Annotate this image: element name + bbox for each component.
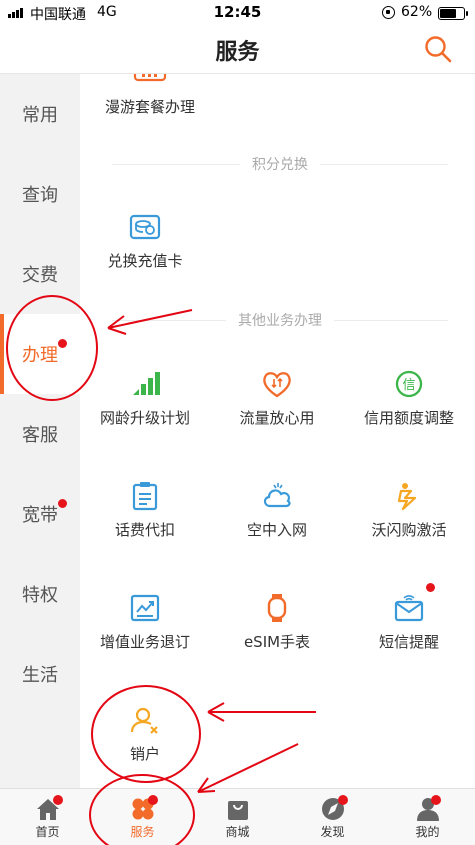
watch-icon	[267, 594, 287, 622]
nav-bar: 服务	[0, 26, 475, 74]
sidebar-item-query[interactable]: 查询	[0, 154, 80, 234]
tab-label: 首页	[35, 825, 60, 839]
page-title: 服务	[215, 40, 260, 65]
sidebar-item-common[interactable]: 常用	[0, 74, 80, 154]
lightning-icon	[397, 483, 417, 511]
user-remove-icon	[130, 707, 158, 734]
service-tenure-upgrade[interactable]: 网龄升级计划	[80, 369, 210, 449]
credit-icon: 信	[395, 370, 423, 398]
service-auto-debit[interactable]: 话费代扣	[80, 481, 210, 561]
section-header: 其他业务办理	[100, 310, 460, 330]
battery-level	[440, 9, 456, 18]
service-label: 信用额度调整	[363, 409, 454, 427]
cloud-icon	[263, 483, 291, 508]
sidebar-item-broadband[interactable]: 宽带	[0, 474, 80, 554]
service-cancel-account[interactable]: 销户	[80, 705, 210, 785]
section-header: 积分兑换	[100, 154, 460, 174]
badge-dot	[431, 795, 441, 805]
sidebar-item-life[interactable]: 生活	[0, 634, 80, 714]
chart-return-icon	[130, 594, 160, 622]
sidebar-item-customer-service[interactable]: 客服	[0, 394, 80, 474]
heart-data-icon	[263, 372, 291, 398]
sidebar-item-label: 查询	[22, 185, 58, 206]
tab-mine[interactable]: 我的	[380, 789, 475, 845]
envelope-icon	[394, 595, 424, 622]
sidebar-item-label: 宽带	[22, 505, 58, 526]
service-label: 流量放心用	[239, 409, 315, 427]
service-recharge-card[interactable]: 兑换充值卡	[80, 212, 210, 292]
service-air-activation[interactable]: 空中入网	[212, 481, 342, 561]
tab-service[interactable]: 服务	[95, 789, 190, 845]
service-label: 漫游套餐办理	[104, 98, 195, 116]
sidebar-item-label: 办理	[22, 345, 58, 366]
tab-discover[interactable]: 发现	[285, 789, 380, 845]
tab-label: 商城	[225, 825, 250, 839]
battery-icon	[438, 7, 468, 20]
battery-percent: 62%	[401, 4, 433, 20]
category-sidebar: 常用 查询 交费 办理 客服 宽带 特权 生活	[0, 74, 80, 788]
sidebar-item-privileges[interactable]: 特权	[0, 554, 80, 634]
service-credit-adjust[interactable]: 信 信用额度调整	[344, 369, 474, 449]
service-label: 话费代扣	[114, 521, 175, 539]
service-content: 漫游套餐办理 积分兑换 兑换充值卡 其他业务办理 网龄升级计划 流量放心用 信 …	[80, 74, 475, 788]
sidebar-item-label: 特权	[22, 585, 58, 606]
service-label: 增值业务退订	[99, 633, 190, 651]
signal-bars-icon	[133, 372, 160, 395]
badge-dot	[426, 583, 435, 592]
tab-label: 服务	[130, 825, 155, 839]
service-label: 兑换充值卡	[107, 252, 183, 270]
service-label: 网龄升级计划	[99, 409, 190, 427]
service-esim-watch[interactable]: eSIM手表	[212, 593, 342, 673]
tab-home[interactable]: 首页	[0, 789, 95, 845]
service-label: 短信提醒	[378, 633, 439, 651]
service-flash-buy-activation[interactable]: 沃闪购激活	[344, 481, 474, 561]
status-bar: 中国联通 4G 12:45 62%	[0, 0, 475, 26]
badge-dot	[148, 795, 158, 805]
sidebar-item-handle[interactable]: 办理	[0, 314, 80, 394]
tab-bar: 首页 服务 商城 发现 我的	[0, 788, 475, 845]
badge-dot	[58, 499, 67, 508]
badge-dot	[58, 339, 67, 348]
sidebar-item-label: 客服	[22, 425, 58, 446]
recharge-card-icon	[129, 214, 161, 240]
tab-label: 我的	[415, 825, 440, 839]
service-label: eSIM手表	[243, 633, 311, 651]
service-label: 空中入网	[246, 521, 307, 539]
search-icon[interactable]	[423, 34, 453, 64]
sidebar-item-payment[interactable]: 交费	[0, 234, 80, 314]
service-label: 沃闪购激活	[371, 521, 447, 539]
sidebar-item-label: 交费	[22, 265, 58, 286]
tab-mall[interactable]: 商城	[190, 789, 285, 845]
service-label: 销户	[129, 745, 160, 763]
badge-dot	[53, 795, 63, 805]
service-sms-reminder[interactable]: 短信提醒	[344, 583, 474, 673]
section-title: 其他业务办理	[238, 313, 322, 329]
sidebar-item-label: 常用	[22, 105, 58, 126]
svg-text:信: 信	[402, 378, 415, 393]
roaming-package-icon	[133, 74, 167, 82]
clipboard-icon	[132, 482, 158, 511]
shopping-bag-icon	[227, 801, 248, 820]
sidebar-item-label: 生活	[22, 665, 58, 686]
tab-label: 发现	[320, 825, 345, 839]
service-roaming-package[interactable]: 漫游套餐办理	[85, 74, 215, 142]
service-vas-unsubscribe[interactable]: 增值业务退订	[80, 593, 210, 673]
rotation-lock-icon	[382, 6, 395, 19]
app-screen: 中国联通 4G 12:45 62% 服务 常用 查询 交费 办理 客服 宽带 特…	[0, 0, 475, 845]
section-title: 积分兑换	[252, 157, 308, 173]
service-data-worry-free[interactable]: 流量放心用	[212, 369, 342, 449]
badge-dot	[338, 795, 348, 805]
